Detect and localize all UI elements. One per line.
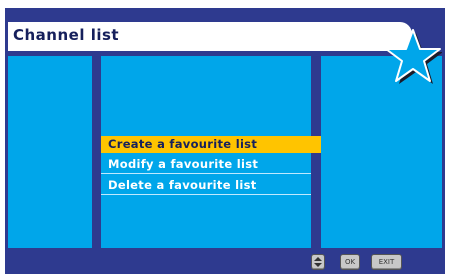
exit-button[interactable]: EXIT — [371, 254, 402, 270]
navigate-button[interactable] — [311, 254, 325, 270]
page-title: Channel list — [13, 26, 120, 44]
up-down-arrows-icon — [314, 257, 322, 267]
menu-item-create-favourite[interactable]: Create a favourite list — [101, 136, 321, 153]
menu-item-label: Create a favourite list — [108, 137, 258, 151]
right-panel — [321, 56, 442, 248]
ok-button[interactable]: OK — [340, 254, 360, 270]
menu-item-delete-favourite[interactable]: Delete a favourite list — [101, 177, 311, 195]
left-panel — [8, 56, 92, 248]
tv-menu-frame: Channel list Create a favourite list Mod… — [5, 8, 445, 274]
menu-item-label: Modify a favourite list — [108, 157, 259, 171]
menu-item-label: Delete a favourite list — [108, 178, 257, 192]
title-bar: Channel list — [8, 22, 412, 51]
menu-item-modify-favourite[interactable]: Modify a favourite list — [101, 156, 311, 174]
favourite-menu: Create a favourite list Modify a favouri… — [101, 136, 321, 198]
star-icon — [385, 29, 442, 84]
